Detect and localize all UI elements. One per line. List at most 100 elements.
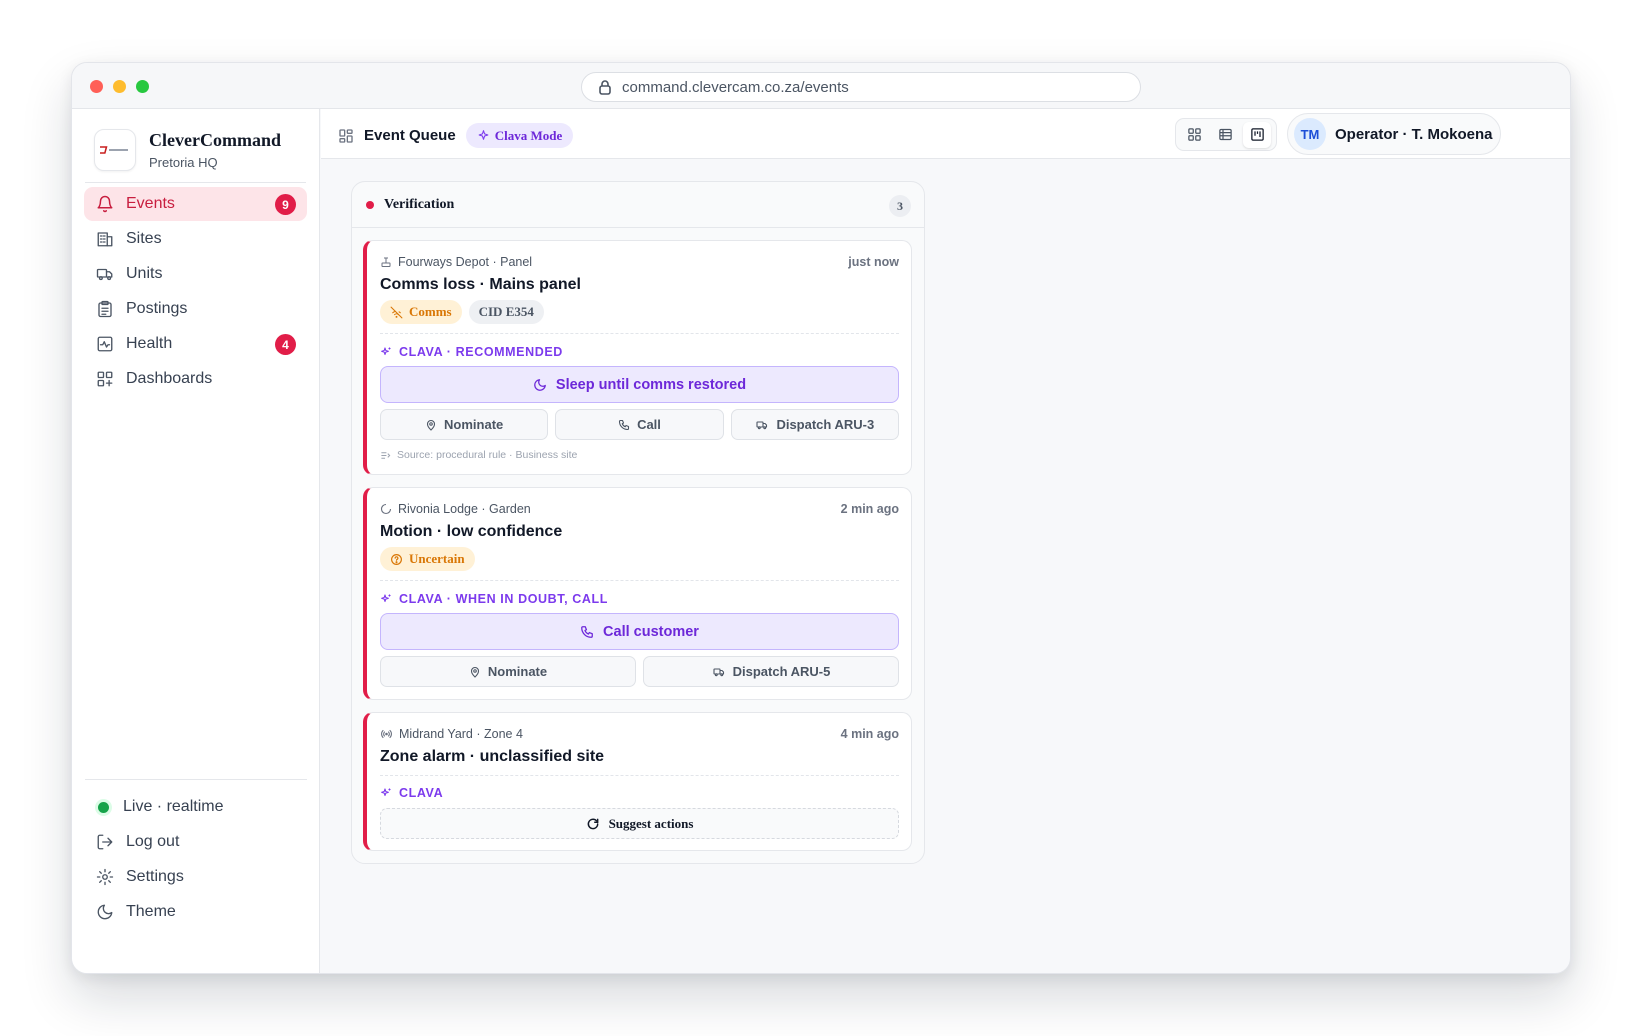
brand: CleverCommand Pretoria HQ <box>94 129 281 171</box>
clava-label-text: CLAVA <box>399 786 444 800</box>
comms-tag: Comms <box>380 300 462 324</box>
event-card[interactable]: Midrand Yard · Zone 4 4 min ago Zone ala… <box>363 712 912 851</box>
theme-label: Theme <box>126 903 176 920</box>
event-card[interactable]: Rivonia Lodge · Garden 2 min ago Motion … <box>363 487 912 700</box>
phone-icon <box>619 419 630 430</box>
radio-signal-icon <box>381 729 392 739</box>
truck-icon <box>96 268 113 281</box>
clava-recommendation-label: CLAVA · WHEN IN DOUBT, CALL <box>380 592 608 606</box>
event-location: Fourways Depot · Panel <box>398 255 533 269</box>
nominate-button[interactable]: Nominate <box>380 656 636 687</box>
sidebar-item-units[interactable]: Units <box>84 257 307 291</box>
settings-label: Settings <box>126 868 184 885</box>
gear-icon <box>96 868 114 886</box>
clava-label-text: CLAVA · WHEN IN DOUBT, CALL <box>399 592 609 606</box>
logout-button[interactable]: Log out <box>84 825 307 859</box>
map-pin-icon <box>426 419 436 431</box>
event-time: 4 min ago <box>840 727 899 741</box>
dispatch-button[interactable]: Dispatch ARU-5 <box>643 656 899 687</box>
building-icon <box>97 232 113 247</box>
event-card[interactable]: Fourways Depot · Panel just now Comms lo… <box>363 240 912 475</box>
board-view-button[interactable] <box>1243 121 1272 148</box>
column-status-dot <box>366 200 374 209</box>
grid-icon <box>1188 128 1201 141</box>
grid-view-button[interactable] <box>1181 122 1209 148</box>
phone-icon <box>581 625 593 638</box>
event-title: Zone alarm · unclassified site <box>380 748 605 765</box>
divider <box>380 775 899 776</box>
clava-mode-label: Clava Mode <box>494 127 563 143</box>
divider <box>380 333 899 334</box>
button-label: Nominate <box>487 664 548 679</box>
sidebar-item-label: Dashboards <box>126 370 213 387</box>
clava-mode-pill[interactable]: Clava Mode <box>465 123 574 148</box>
brand-name: CleverCommand <box>149 130 281 150</box>
sidebar-item-label: Sites <box>126 230 162 247</box>
address-bar[interactable]: command.clevercam.co.za/events <box>581 72 1141 102</box>
operator-menu[interactable]: TM Operator · T. Mokoena <box>1287 113 1501 155</box>
events-count-badge: 9 <box>275 194 296 215</box>
list-icon <box>1219 128 1233 141</box>
view-toggle <box>1175 118 1277 151</box>
moon-icon <box>97 904 113 920</box>
lock-icon <box>599 80 611 95</box>
call-customer-button[interactable]: Call customer <box>380 613 899 650</box>
sidebar-item-sites[interactable]: Sites <box>84 222 307 256</box>
live-status-dot <box>98 801 109 813</box>
event-meta: Rivonia Lodge · Garden <box>380 502 531 516</box>
minimize-window-button[interactable] <box>113 80 126 93</box>
event-time: just now <box>848 255 899 269</box>
sidebar-item-events[interactable]: Events 9 <box>84 187 307 221</box>
rule-icon <box>381 451 391 459</box>
sidebar-item-label: Events <box>126 195 175 212</box>
button-label: Sleep until comms restored <box>555 376 747 393</box>
maximize-window-button[interactable] <box>136 80 149 93</box>
sidebar-item-health[interactable]: Health 4 <box>84 327 307 361</box>
column-count-badge: 3 <box>889 195 911 217</box>
sidebar: CleverCommand Pretoria HQ Events 9 Sites… <box>72 109 320 973</box>
button-label: Dispatch ARU-5 <box>732 664 831 679</box>
clipboard-icon <box>98 300 112 318</box>
refresh-icon <box>587 818 598 829</box>
clava-recommendation-label: CLAVA <box>380 786 443 800</box>
operator-name: Operator · T. Mokoena <box>1335 125 1493 143</box>
cid-tag: CID E354 <box>468 300 544 324</box>
settings-button[interactable]: Settings <box>84 860 307 894</box>
dispatch-button[interactable]: Dispatch ARU-3 <box>730 409 899 440</box>
map-pin-icon <box>470 666 479 678</box>
panel-icon <box>381 257 391 267</box>
sleep-until-restored-button[interactable]: Sleep until comms restored <box>380 366 899 403</box>
tag-label: Uncertain <box>409 551 465 566</box>
sidebar-item-dashboards[interactable]: Dashboards <box>84 362 307 396</box>
divider <box>85 779 307 780</box>
secondary-actions: Nominate Call Dispatch ARU-3 <box>380 409 899 440</box>
sparkle-icon <box>381 594 391 603</box>
call-button[interactable]: Call <box>555 409 724 440</box>
uncertain-tag: Uncertain <box>380 547 475 571</box>
event-location: Rivonia Lodge · Garden <box>398 502 531 516</box>
button-label: Call customer <box>603 623 699 640</box>
truck-icon <box>713 667 724 676</box>
close-window-button[interactable] <box>90 80 103 93</box>
sparkle-icon <box>478 130 489 140</box>
sidebar-item-postings[interactable]: Postings <box>84 292 307 326</box>
theme-button[interactable]: Theme <box>84 895 307 929</box>
clava-recommendation-label: CLAVA · RECOMMENDED <box>380 345 563 359</box>
page-title: Event Queue <box>364 127 456 144</box>
list-view-button[interactable] <box>1212 122 1240 148</box>
live-status-label: Live · realtime <box>123 798 224 815</box>
divider <box>380 580 899 581</box>
logout-icon <box>97 834 113 850</box>
browser-titlebar: command.clevercam.co.za/events <box>72 63 1570 109</box>
button-label: Nominate <box>444 417 504 432</box>
sidebar-bottom-nav: Live · realtime Log out Settings Theme <box>84 790 307 930</box>
moon-icon <box>534 378 546 391</box>
live-status: Live · realtime <box>84 790 307 824</box>
suggest-actions-button[interactable]: Suggest actions <box>380 808 899 839</box>
sidebar-item-label: Postings <box>126 300 188 317</box>
clava-label-text: CLAVA · RECOMMENDED <box>399 345 563 359</box>
bell-icon <box>97 195 113 213</box>
company-logo <box>94 129 136 171</box>
question-circle-icon <box>391 553 402 565</box>
nominate-button[interactable]: Nominate <box>380 409 549 440</box>
